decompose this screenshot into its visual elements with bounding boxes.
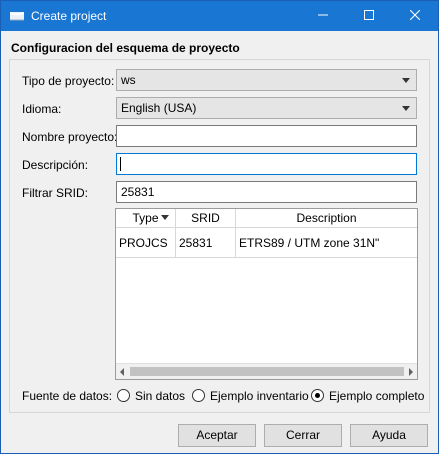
srid-filter-input[interactable]: [116, 181, 417, 203]
srid-filter-label: Filtrar SRID:: [22, 186, 88, 200]
help-button[interactable]: Ayuda: [350, 424, 428, 447]
scrollbar-thumb[interactable]: [130, 367, 404, 376]
column-header-type[interactable]: Type: [116, 209, 176, 228]
language-value: English (USA): [121, 101, 197, 115]
cell-type: PROJCS: [116, 228, 176, 258]
chevron-down-icon: [402, 106, 410, 111]
table-header: Type SRID Description: [116, 209, 417, 228]
project-type-value: ws: [121, 73, 136, 87]
group-title: Configuracion del esquema de proyecto: [11, 41, 240, 55]
column-header-description[interactable]: Description: [236, 209, 417, 228]
project-type-combo[interactable]: ws: [116, 69, 417, 91]
minimize-button[interactable]: [300, 1, 346, 31]
radio-ejemplo-inventario[interactable]: [192, 389, 205, 402]
data-source-group: Fuente de datos: Sin datos Ejemplo inven…: [1, 388, 439, 406]
radio-label-sin-datos[interactable]: Sin datos: [135, 389, 185, 403]
title-bar[interactable]: Create project: [1, 1, 438, 31]
close-button[interactable]: Cerrar: [264, 424, 342, 447]
text-caret: [120, 157, 121, 171]
horizontal-scrollbar[interactable]: [116, 363, 417, 379]
cell-srid: 25831: [176, 228, 236, 258]
data-source-label: Fuente de datos:: [22, 389, 113, 403]
project-name-label: Nombre proyecto:: [22, 130, 118, 144]
scroll-left-icon[interactable]: [120, 368, 124, 376]
project-type-label: Tipo de proyecto:: [22, 74, 115, 88]
description-label: Descripción:: [22, 158, 89, 172]
language-combo[interactable]: English (USA): [116, 97, 417, 119]
radio-ejemplo-completo[interactable]: [311, 389, 324, 402]
scroll-right-icon[interactable]: [409, 368, 413, 376]
description-input[interactable]: [116, 153, 417, 175]
cell-description: ETRS89 / UTM zone 31N": [239, 236, 380, 250]
column-header-srid[interactable]: SRID: [176, 209, 236, 228]
app-window-icon: [9, 10, 25, 22]
create-project-dialog: Create project Configuracion del esquema…: [0, 0, 439, 454]
language-label: Idioma:: [22, 102, 62, 116]
close-window-button[interactable]: [392, 1, 438, 31]
close-icon: [409, 9, 421, 23]
srid-table[interactable]: Type SRID Description PROJCS 25831 ETRS8…: [115, 208, 418, 380]
sort-descending-icon: [161, 215, 169, 220]
chevron-down-icon: [402, 78, 410, 83]
maximize-button[interactable]: [346, 1, 392, 31]
radio-sin-datos[interactable]: [117, 389, 130, 402]
radio-label-ejemplo-completo[interactable]: Ejemplo completo: [329, 389, 424, 403]
minimize-icon: [318, 9, 328, 23]
table-row[interactable]: PROJCS 25831 ETRS89 / UTM zone 31N": [116, 228, 417, 258]
maximize-icon: [364, 9, 374, 23]
window-title: Create project: [31, 9, 107, 23]
radio-label-ejemplo-inventario[interactable]: Ejemplo inventario: [210, 389, 309, 403]
accept-button[interactable]: Aceptar: [178, 424, 256, 447]
project-name-input[interactable]: [116, 125, 417, 147]
